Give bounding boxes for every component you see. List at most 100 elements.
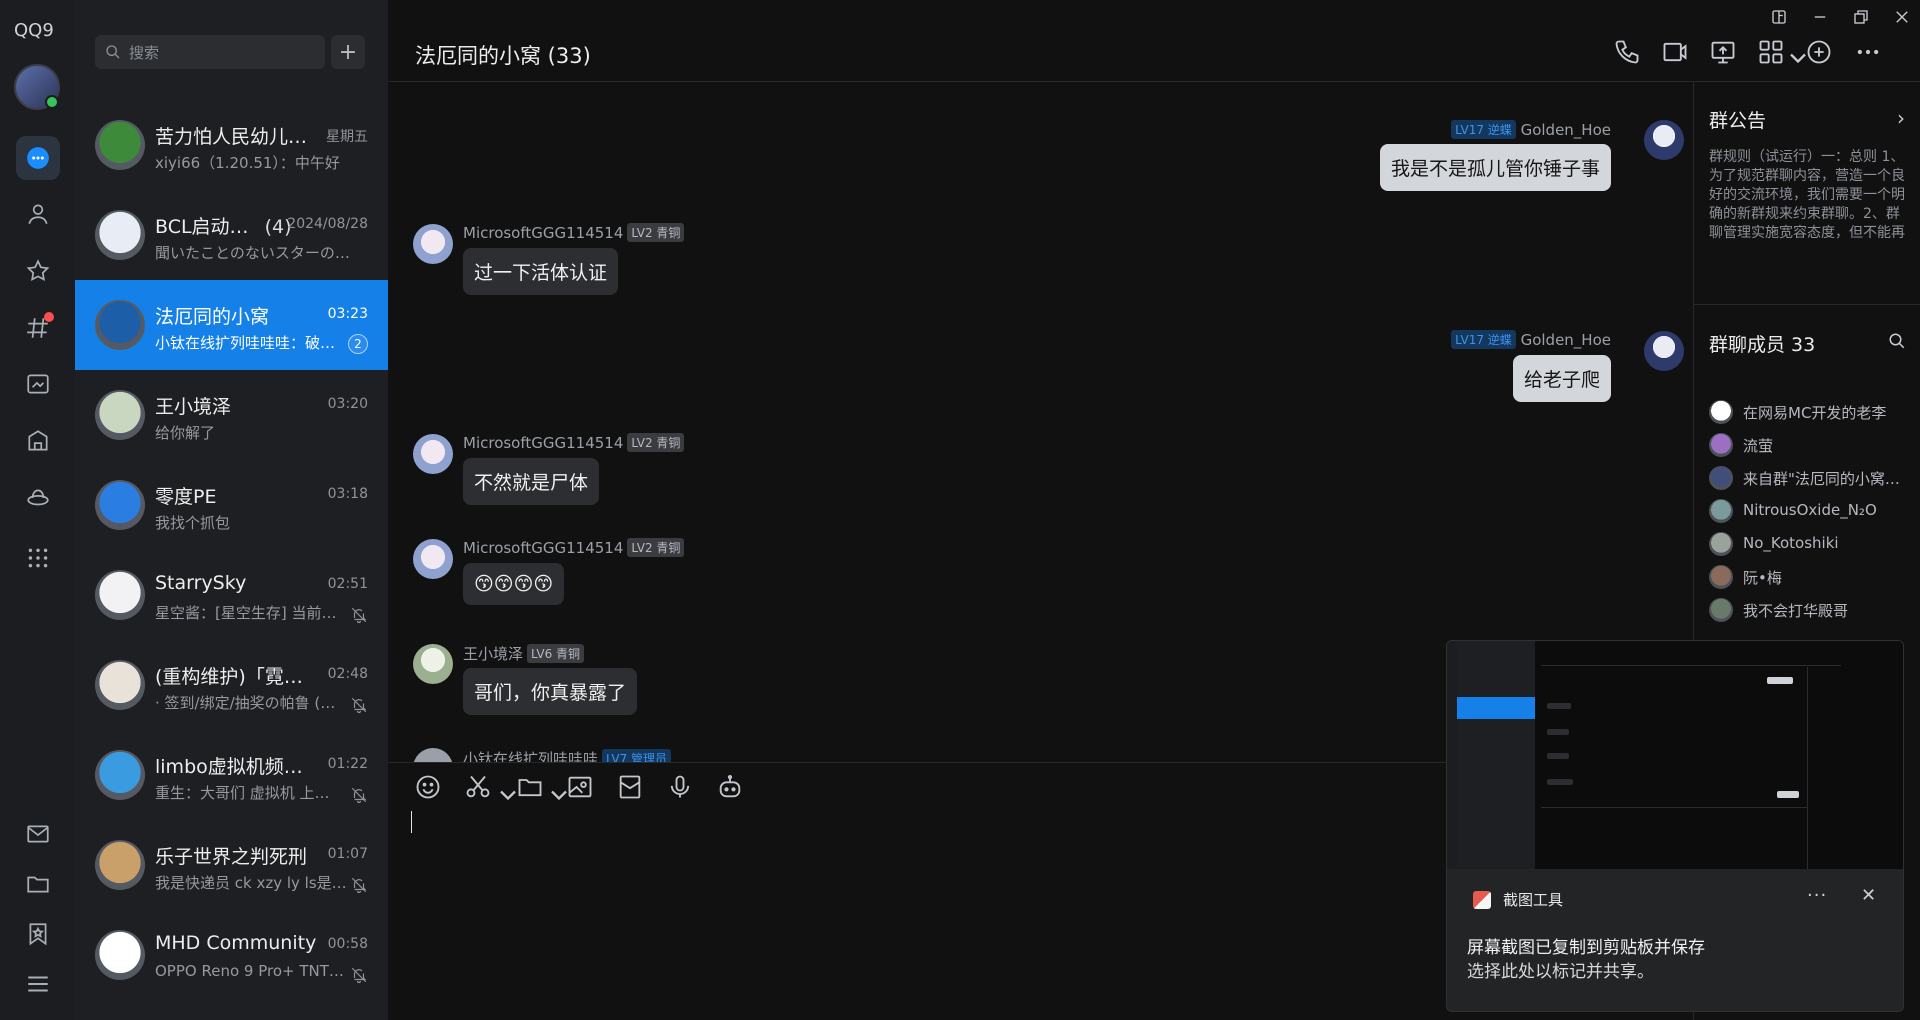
thumb-bubble — [1547, 779, 1573, 785]
avatar[interactable] — [1644, 120, 1684, 160]
conversation-time: 01:22 — [327, 756, 368, 772]
member-item[interactable]: 阮•梅 — [1709, 563, 1914, 591]
group-notice-title[interactable]: 群公告 — [1709, 106, 1766, 133]
file-dropdown[interactable] — [545, 781, 567, 801]
mute-icon — [351, 877, 367, 894]
emoji-button[interactable] — [414, 773, 446, 805]
member-item[interactable]: NitrousOxide_N₂O — [1709, 497, 1914, 525]
conversation-item[interactable]: StarrySky 02:51 星空酱：[星空生存] 当前… — [75, 550, 388, 640]
conversation-preview: · 签到/绑定/抽奖の帕鲁 (… — [155, 694, 336, 712]
group-notice-text[interactable]: 群规则（试运行）一：总则 1、为了规范群聊内容，营造一个良好的交流环境，我们需要… — [1709, 148, 1909, 244]
voice-button[interactable] — [666, 773, 698, 805]
member-name: 在网易MC开发的老李 — [1743, 404, 1887, 422]
message-bubble[interactable]: 😙😙😙😙 — [463, 563, 565, 605]
avatar — [95, 390, 145, 440]
nav-folder-button[interactable] — [16, 862, 60, 906]
nav-more-apps-button[interactable] — [16, 536, 60, 580]
thumb-bubble — [1547, 729, 1569, 735]
snipping-notification[interactable]: 截图工具 ··· ✕ 屏幕截图已复制到剪贴板并保存 选择此处以标记并共享。 — [1446, 640, 1904, 1012]
nav-mail-button[interactable] — [16, 812, 60, 856]
member-item[interactable]: 我不会打华殿哥 — [1709, 596, 1914, 624]
file-button[interactable] — [516, 773, 548, 805]
member-search-button[interactable] — [1888, 332, 1908, 352]
conversation-time: 02:51 — [327, 576, 368, 592]
member-item[interactable]: No_Kotoshiki — [1709, 530, 1914, 558]
voice-call-button[interactable] — [1613, 38, 1643, 68]
restore-button[interactable] — [1850, 6, 1872, 28]
nav-wave-button[interactable] — [16, 476, 60, 520]
conversation-item[interactable]: MHD Community 00:58 OPPO Reno 9 Pro+ TNT… — [75, 910, 388, 1000]
avatar[interactable] — [413, 539, 453, 579]
conversation-item[interactable]: limbo虚拟机频道-群 01:22 重生：大哥们 虚拟机 上… — [75, 730, 388, 820]
group-apps-button[interactable] — [1757, 38, 1787, 68]
conversation-item[interactable]: 法厄同的小窝 03:23 小钛在线扩列哇哇哇：破… 2 — [75, 280, 388, 370]
thumb-composer-line — [1541, 807, 1807, 808]
level-tag: LV2 青铜 — [627, 433, 685, 452]
pin-window-button[interactable] — [1768, 6, 1790, 28]
nav-menu-button[interactable] — [16, 962, 60, 1006]
mute-icon — [351, 967, 367, 984]
toast-close-button[interactable]: ✕ — [1861, 885, 1876, 906]
chevron-right-icon[interactable]: › — [1897, 106, 1905, 130]
nav-apps-button[interactable] — [16, 419, 60, 463]
toast-more-button[interactable]: ··· — [1807, 885, 1827, 906]
message-bubble[interactable]: 我是不是孤儿管你锤子事 — [1379, 144, 1611, 191]
message-bubble[interactable]: 过一下活体认证 — [463, 248, 619, 295]
screenshot-thumbnail[interactable] — [1447, 641, 1903, 869]
nav-bookmark-button[interactable] — [16, 912, 60, 956]
nav-favorites-button[interactable] — [16, 249, 60, 293]
avatar[interactable] — [413, 748, 453, 762]
my-avatar[interactable] — [14, 64, 60, 110]
video-icon — [1663, 42, 1687, 62]
add-member-button[interactable] — [1805, 38, 1835, 68]
sender-name: MicrosoftGGG114514 LV2 青铜 — [463, 223, 685, 242]
close-window-button[interactable] — [1891, 6, 1913, 28]
sender-name: MicrosoftGGG114514 LV2 青铜 — [463, 538, 685, 557]
add-button[interactable]: + — [331, 35, 365, 69]
conversation-list: 十就玩很战群主有…昨天进攻D点！：玩个球的游戏[…苦力怕人民幼儿园…星期五xiy… — [75, 0, 388, 1020]
avatar[interactable] — [413, 644, 453, 684]
minimize-button[interactable] — [1809, 6, 1831, 28]
toast-app-name: 截图工具 — [1473, 889, 1563, 910]
member-item[interactable]: 来自群"法厄同的小窝… — [1709, 464, 1914, 492]
nav-contacts-button[interactable] — [16, 192, 60, 236]
screenshot-button[interactable] — [464, 773, 496, 805]
conversation-name: 零度PE — [155, 486, 217, 508]
search-icon — [106, 45, 120, 59]
conversation-item[interactable]: 苦力怕人民幼儿园… 星期五 xiyi66（1.20.51）：中午好 — [75, 100, 388, 190]
favorites-icon — [26, 259, 50, 282]
group-apps-dropdown[interactable] — [1784, 44, 1806, 64]
screen-share-button[interactable] — [1709, 38, 1739, 68]
conversation-item[interactable]: BCL启动… (4) 2024/08/28 聞いたことのないスターの… — [75, 190, 388, 280]
bot-button[interactable] — [716, 773, 748, 805]
member-name: 流萤 — [1743, 437, 1774, 455]
member-item[interactable]: 流萤 — [1709, 431, 1914, 459]
nav-channels-button[interactable] — [16, 306, 60, 350]
more-options-button[interactable] — [1854, 38, 1884, 68]
conversation-preview: 重生：大哥们 虚拟机 上… — [155, 784, 330, 802]
screenshot-dropdown[interactable] — [494, 781, 516, 801]
conversation-items: 十就玩很战群主有…昨天进攻D点！：玩个球的游戏[…苦力怕人民幼儿园…星期五xiy… — [75, 30, 388, 1000]
conversation-item[interactable]: 王小境泽 03:20 给你解了 — [75, 370, 388, 460]
bookmark-icon — [29, 923, 47, 946]
conversation-item[interactable]: 乐子世界之判死刑 01:07 我是快递员 ck xzy ly ls是… — [75, 820, 388, 910]
conversation-item[interactable]: (重构维护)「霓虹… 02:48 · 签到/绑定/抽奖の帕鲁 (… — [75, 640, 388, 730]
message-bubble[interactable]: 哥们，你真暴露了 — [463, 668, 638, 715]
nav-chat-button[interactable] — [16, 136, 60, 180]
message-input[interactable] — [411, 811, 412, 833]
avatar[interactable] — [413, 434, 453, 474]
level-tag: LV2 青铜 — [627, 538, 685, 557]
conversation-name: StarrySky — [155, 572, 247, 594]
red-packet-button[interactable] — [616, 773, 648, 805]
message-bubble[interactable]: 不然就是尸体 — [463, 458, 600, 505]
nav-game-button[interactable] — [16, 362, 60, 406]
video-call-button[interactable] — [1661, 38, 1691, 68]
avatar[interactable] — [413, 224, 453, 264]
mail-icon — [27, 825, 49, 843]
image-button[interactable] — [566, 773, 598, 805]
member-item[interactable]: 在网易MC开发的老李 — [1709, 398, 1914, 426]
conversation-item[interactable]: 零度PE 03:18 我找个抓包 — [75, 460, 388, 550]
avatar[interactable] — [1644, 331, 1684, 371]
message-bubble[interactable]: 给老子爬 — [1512, 355, 1611, 402]
search-input[interactable]: 搜索 — [95, 35, 325, 69]
